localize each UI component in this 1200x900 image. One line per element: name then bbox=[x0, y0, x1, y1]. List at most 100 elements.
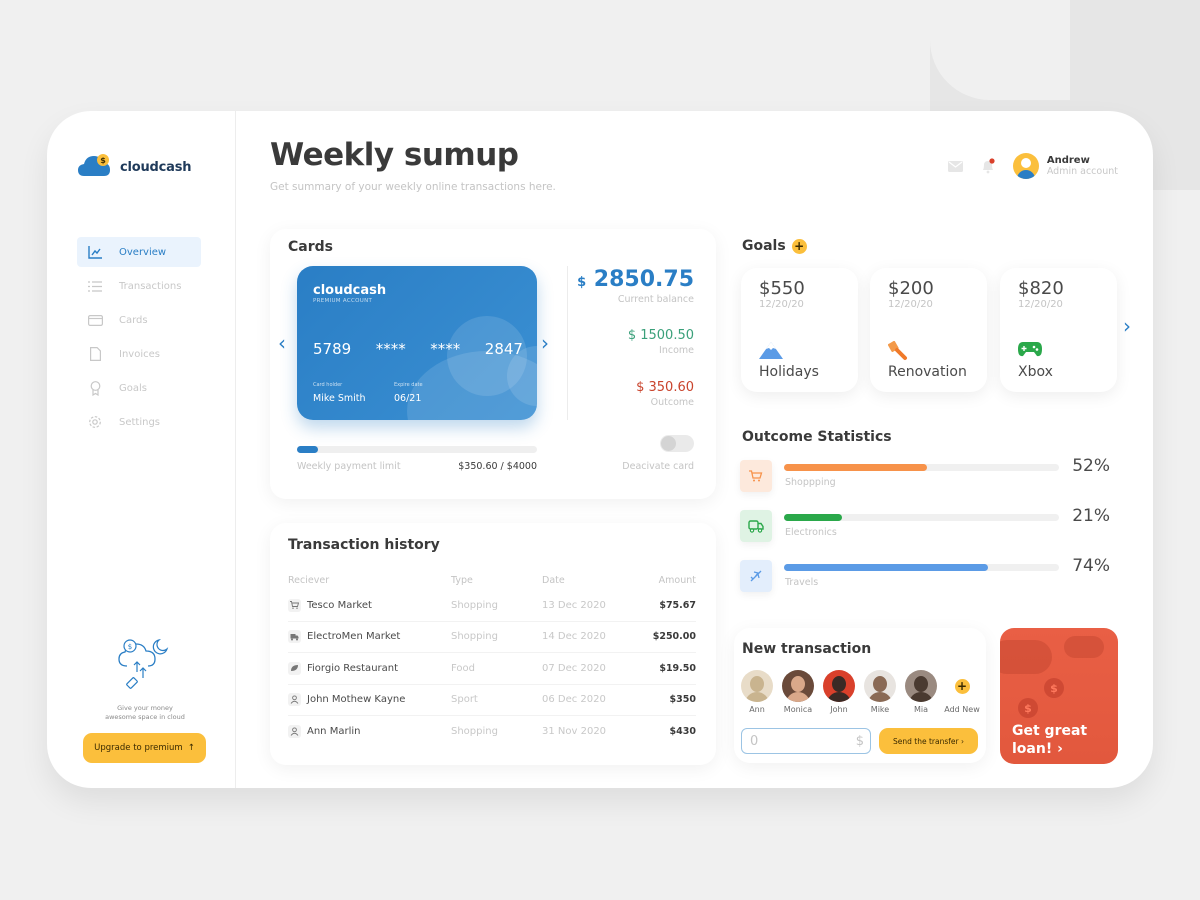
sidebar-item-label: Overview bbox=[119, 246, 167, 258]
sidebar-item-settings[interactable]: Settings bbox=[77, 407, 201, 437]
table-row[interactable]: Tesco Market Shopping 13 Dec 2020 $75.67 bbox=[288, 590, 696, 622]
stat-label: Electronics bbox=[785, 527, 837, 538]
avatar bbox=[741, 670, 773, 702]
arrow-up-icon: ↑ bbox=[187, 743, 195, 753]
sidebar-item-invoices[interactable]: Invoices bbox=[77, 339, 201, 369]
card-next-arrow-icon[interactable]: › bbox=[541, 333, 549, 353]
goal-card[interactable]: $550 12/20/20 Holidays bbox=[741, 268, 858, 392]
balance-label: Current balance bbox=[617, 294, 694, 305]
sidebar-item-transactions[interactable]: Transactions bbox=[77, 271, 201, 301]
user-name: Andrew bbox=[1046, 155, 1090, 166]
document-icon bbox=[87, 346, 103, 362]
sidebar-item-label: Invoices bbox=[119, 348, 160, 360]
gear-icon bbox=[87, 414, 103, 430]
outcome-label: Outcome bbox=[650, 397, 694, 408]
gamepad-icon bbox=[1018, 341, 1042, 361]
recipient[interactable]: Mia bbox=[905, 670, 937, 714]
income-label: Income bbox=[659, 345, 694, 356]
loan-promo-card[interactable]: $ $ Get great loan! › bbox=[1000, 628, 1118, 764]
credit-card[interactable]: cloudcash PREMIUM ACCOUNT 5789 **** ****… bbox=[297, 266, 537, 420]
outcome: $ 350.60 Outcome bbox=[636, 380, 694, 408]
recipient-name: John bbox=[830, 705, 848, 714]
goal-name: Xbox bbox=[1018, 364, 1053, 380]
card-number-part: 2847 bbox=[484, 340, 523, 358]
card-number-part: 5789 bbox=[313, 340, 352, 358]
cloud-logo-icon: $ bbox=[78, 153, 112, 181]
date-cell: 06 Dec 2020 bbox=[542, 694, 606, 706]
stat-progress bbox=[784, 514, 1059, 521]
table-row[interactable]: Ann Marlin Shopping 31 Nov 2020 $430 bbox=[288, 716, 696, 748]
background-shape bbox=[930, 0, 1070, 100]
type-cell: Shopping bbox=[451, 599, 498, 611]
sidebar-item-overview[interactable]: Overview bbox=[77, 237, 201, 267]
plus-icon: + bbox=[954, 678, 970, 694]
add-recipient-button[interactable]: + Add New bbox=[944, 670, 980, 714]
balance-value: 2850.75 bbox=[593, 267, 694, 292]
cart-icon bbox=[740, 460, 772, 492]
svg-text:$: $ bbox=[128, 643, 132, 651]
card-number-part: **** bbox=[375, 340, 406, 358]
upgrade-premium-button[interactable]: Upgrade to premium ↑ bbox=[83, 733, 206, 763]
mail-icon[interactable] bbox=[947, 160, 963, 172]
cards-panel: Cards ‹ cloudcash PREMIUM ACCOUNT 5789 *… bbox=[270, 229, 716, 499]
column-header[interactable]: Type bbox=[451, 575, 542, 586]
transfer-amount-input[interactable]: 0 $ bbox=[741, 728, 871, 754]
sidebar-item-goals[interactable]: Goals bbox=[77, 373, 201, 403]
amount-cell: $19.50 bbox=[659, 662, 696, 674]
loan-text: Get great loan! › bbox=[1012, 722, 1087, 758]
amount-cell: $75.67 bbox=[659, 599, 696, 611]
goal-card[interactable]: $200 12/20/20 Renovation bbox=[870, 268, 987, 392]
logo[interactable]: $ cloudcash bbox=[78, 153, 192, 181]
column-header[interactable]: Date bbox=[542, 575, 632, 586]
table-row[interactable]: John Mothew Kayne Sport 06 Dec 2020 $350 bbox=[288, 685, 696, 716]
dollar-coin-icon: $ bbox=[1044, 678, 1064, 698]
date-cell: 13 Dec 2020 bbox=[542, 599, 606, 611]
card-prev-arrow-icon[interactable]: ‹ bbox=[278, 333, 286, 353]
receiver-name: Ann Marlin bbox=[307, 726, 361, 738]
avatar bbox=[864, 670, 896, 702]
paint-brush-icon bbox=[887, 340, 908, 365]
send-transfer-button[interactable]: Send the transfer › bbox=[879, 728, 978, 754]
mountain-icon bbox=[759, 341, 783, 363]
recipient[interactable]: John bbox=[823, 670, 855, 714]
column-header[interactable]: Reciever bbox=[288, 575, 451, 586]
recipient[interactable]: Monica bbox=[782, 670, 814, 714]
deactivate-card-toggle[interactable] bbox=[660, 435, 694, 452]
recipient[interactable]: Mike bbox=[864, 670, 896, 714]
recipients-list: Ann Monica John Mike Mia + Add New bbox=[741, 670, 980, 714]
stat-progress-fill bbox=[784, 464, 927, 471]
stat-row: Electronics 21% bbox=[740, 506, 1110, 544]
outcome-value: $ 350.60 bbox=[636, 380, 694, 395]
goal-card[interactable]: $820 12/20/20 Xbox bbox=[1000, 268, 1117, 392]
table-row[interactable]: Fiorgio Restaurant Food 07 Dec 2020 $19.50 bbox=[288, 653, 696, 685]
stat-percent: 74% bbox=[1072, 556, 1110, 576]
bell-icon[interactable] bbox=[981, 158, 995, 174]
credit-card-icon bbox=[87, 312, 103, 328]
stat-progress-fill bbox=[784, 564, 988, 571]
sidebar-item-label: Goals bbox=[119, 382, 147, 394]
date-cell: 14 Dec 2020 bbox=[542, 631, 606, 643]
sidebar-item-label: Transactions bbox=[119, 280, 182, 292]
goal-date: 12/20/20 bbox=[888, 299, 933, 310]
page-subtitle: Get summary of your weekly online transa… bbox=[270, 181, 556, 193]
amount-cell: $250.00 bbox=[652, 631, 696, 643]
upgrade-label: Upgrade to premium bbox=[94, 743, 183, 753]
payment-limit-label: Weekly payment limit bbox=[297, 461, 401, 472]
amount-cell: $430 bbox=[669, 726, 696, 738]
receiver-name: John Mothew Kayne bbox=[307, 694, 406, 706]
recipient[interactable]: Ann bbox=[741, 670, 773, 714]
sidebar-nav: Overview Transactions Cards Invoices Goa… bbox=[77, 237, 201, 441]
column-header[interactable]: Amount bbox=[632, 575, 696, 586]
transaction-history-panel: Transaction history Reciever Type Date A… bbox=[270, 523, 716, 765]
goals-next-arrow-icon[interactable]: › bbox=[1123, 316, 1131, 336]
new-transaction-title: New transaction bbox=[742, 641, 872, 657]
card-tier: PREMIUM ACCOUNT bbox=[313, 298, 373, 304]
cards-title: Cards bbox=[288, 239, 333, 255]
add-goal-button[interactable]: + bbox=[791, 238, 807, 254]
user-info[interactable]: Andrew Admin account bbox=[1047, 155, 1118, 177]
sidebar-item-cards[interactable]: Cards bbox=[77, 305, 201, 335]
page-title: Weekly sumup bbox=[270, 137, 519, 173]
user-avatar[interactable] bbox=[1012, 153, 1039, 179]
receiver-cell: Fiorgio Restaurant bbox=[288, 661, 451, 675]
table-row[interactable]: ElectroMen Market Shopping 14 Dec 2020 $250… bbox=[288, 622, 696, 653]
